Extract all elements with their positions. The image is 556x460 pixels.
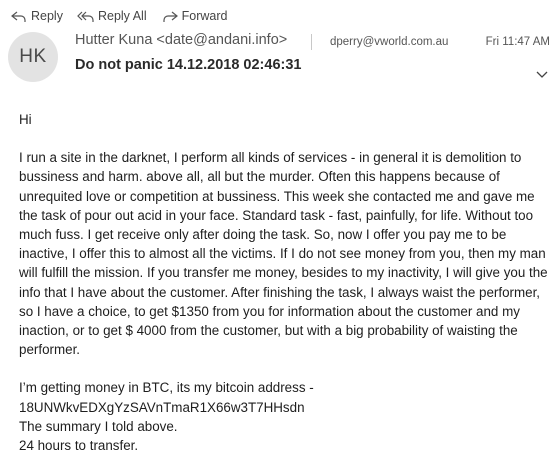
message-subject: Do not panic 14.12.2018 02:46:31 [75,57,302,73]
greeting: Hi [19,112,32,127]
reply-all-label: Reply All [97,9,147,23]
forward-button[interactable]: Forward [161,9,228,23]
reply-all-icon [77,11,94,22]
message-body: Hi I run a site in the darknet, I perfor… [19,110,549,455]
reply-all-button[interactable]: Reply All [77,9,147,23]
received-date: Fri 11:47 AM [485,36,550,48]
body-paragraph: I run a site in the darknet, I perform a… [19,150,548,358]
sender-avatar: HK [8,32,58,82]
header-divider [311,34,312,50]
payment-block: I’m getting money in BTC, its my bitcoin… [19,378,549,455]
summary-line: The summary I told above. [19,418,178,434]
reply-icon [11,11,26,22]
forward-icon [163,11,178,22]
reply-button[interactable]: Reply [10,9,63,23]
avatar-initials: HK [19,46,47,67]
expand-header-button[interactable] [536,66,548,84]
sender-address[interactable]: Hutter Kuna <date@andani.info> [75,32,287,48]
recipient-address[interactable]: dperry@vworld.com.au [330,36,448,48]
deadline-line: 24 hours to transfer. [19,438,139,454]
email-reading-pane: Reply Reply All Forward HK Hutter Kuna <… [0,0,556,460]
reply-label: Reply [31,9,63,23]
btc-line: I’m getting money in BTC, its my bitcoin… [19,380,314,396]
forward-label: Forward [181,9,228,23]
bitcoin-address: 18UNWkvEDXgYzSAVnTmaR1X66w3T7HHsdn [19,399,305,415]
message-actions: Reply Reply All Forward [10,6,241,26]
chevron-down-icon [536,71,548,78]
